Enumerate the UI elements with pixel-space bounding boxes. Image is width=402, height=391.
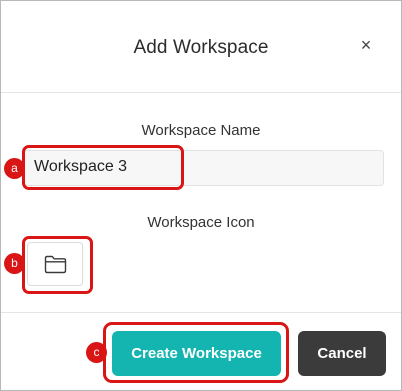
workspace-icon-label: Workspace Icon xyxy=(147,214,255,231)
annotation-badge-a: a xyxy=(4,158,25,179)
workspace-name-label: Workspace Name xyxy=(141,122,261,139)
workspace-icon-picker-button[interactable] xyxy=(27,242,83,286)
annotation-badge-c: c xyxy=(86,342,107,363)
create-workspace-button[interactable]: Create Workspace xyxy=(112,331,281,376)
cancel-button[interactable]: Cancel xyxy=(298,331,386,376)
annotation-badge-b: b xyxy=(4,253,25,274)
dialog-header: Add Workspace × xyxy=(1,1,401,93)
close-icon[interactable]: × xyxy=(357,36,375,54)
add-workspace-dialog: Add Workspace × Workspace Name a Workspa… xyxy=(0,0,402,391)
folder-icon xyxy=(44,255,66,273)
dialog-title: Add Workspace xyxy=(133,37,269,58)
workspace-name-input[interactable] xyxy=(23,150,382,184)
